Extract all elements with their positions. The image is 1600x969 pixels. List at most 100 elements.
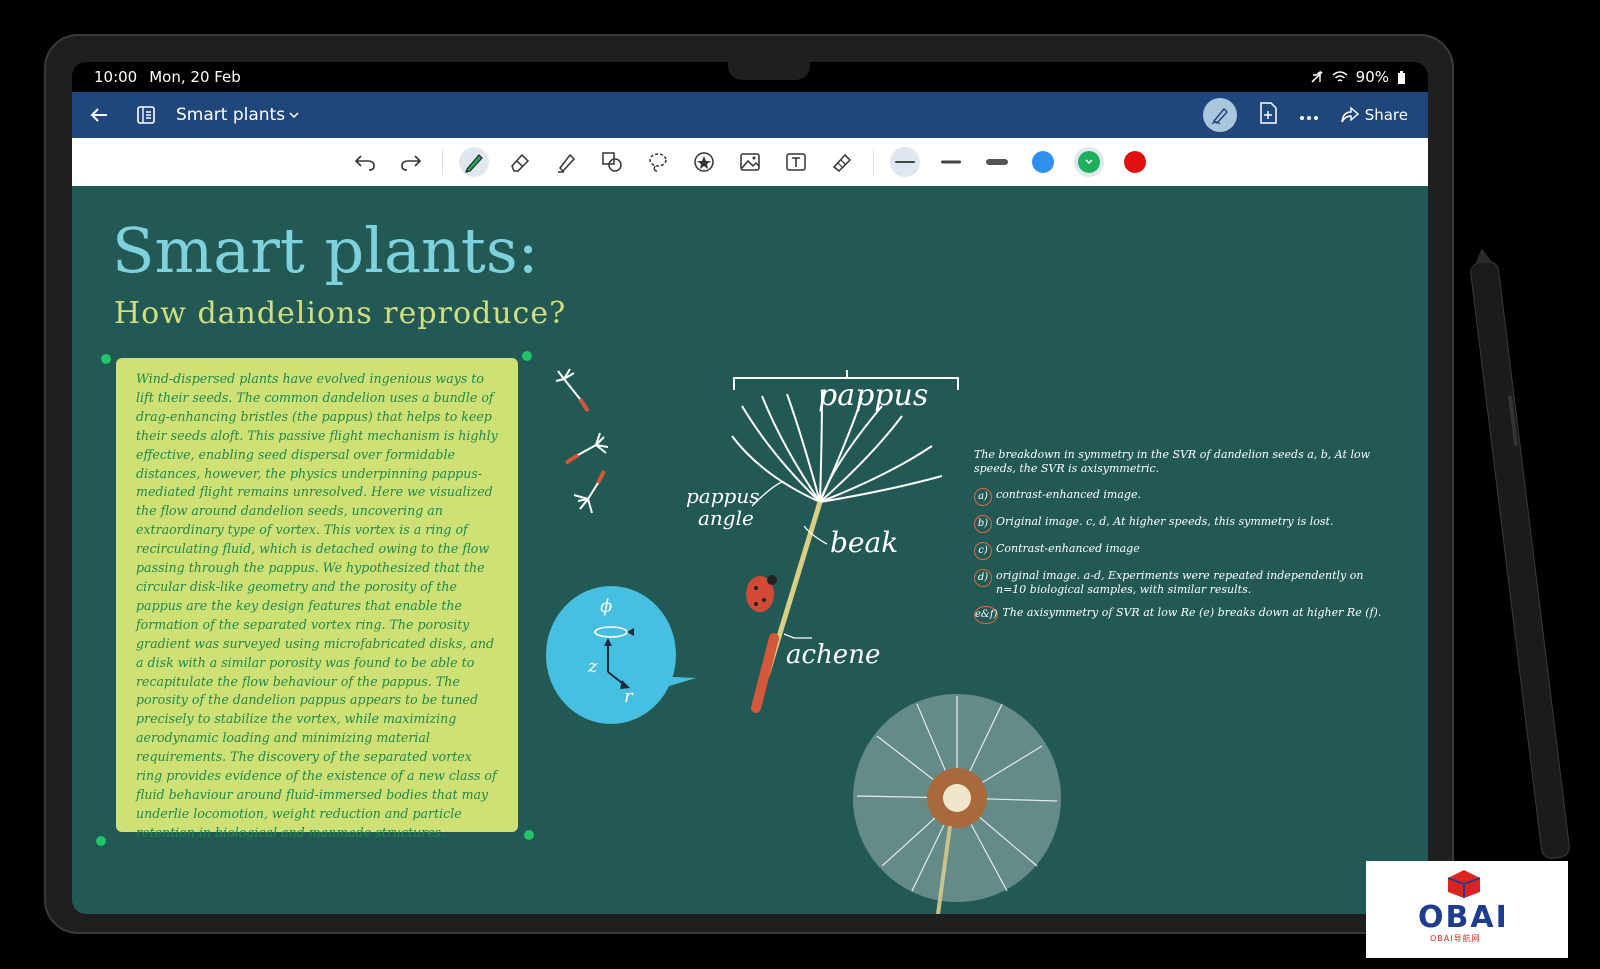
color-green-swatch[interactable] bbox=[1074, 147, 1104, 177]
chevron-down-icon bbox=[289, 112, 299, 119]
color-red-swatch[interactable] bbox=[1120, 147, 1150, 177]
selection-handle[interactable] bbox=[522, 351, 532, 361]
annotation-text: original image. a-d, Experiments were re… bbox=[996, 569, 1364, 596]
annotation-text: Original image. c, d, At higher speeds, … bbox=[996, 515, 1334, 528]
image-icon bbox=[740, 153, 760, 171]
share-icon bbox=[1341, 107, 1359, 123]
highlighter-tool-button[interactable] bbox=[551, 147, 581, 177]
note-canvas[interactable]: Smart plants: How dandelions reproduce? … bbox=[72, 186, 1428, 914]
status-date: Mon, 20 Feb bbox=[149, 68, 241, 86]
camera-notch bbox=[728, 62, 810, 80]
app-bar: Smart plants Share bbox=[72, 92, 1428, 138]
label-pappus-angle-2: angle bbox=[698, 506, 754, 530]
back-button[interactable] bbox=[72, 92, 126, 138]
tablet-frame: 10:00 Mon, 20 Feb 90% Smart plants Share… bbox=[44, 34, 1454, 934]
redo-button[interactable] bbox=[396, 147, 426, 177]
annotation-intro-text: The breakdown in symmetry in the SVR of … bbox=[974, 448, 1371, 475]
dandelion-photo bbox=[853, 694, 1061, 914]
logo-text: OBAI bbox=[1418, 900, 1509, 935]
pages-icon bbox=[137, 106, 155, 124]
stroke-width-thin[interactable] bbox=[890, 147, 920, 177]
selection-handle[interactable] bbox=[96, 836, 106, 846]
canvas-title: Smart plants: bbox=[112, 214, 539, 287]
highlighter-icon bbox=[558, 153, 576, 173]
share-label: Share bbox=[1364, 106, 1408, 124]
tape-tool-button[interactable] bbox=[827, 147, 857, 177]
label-achene: achene bbox=[786, 640, 881, 670]
label-beak: beak bbox=[830, 526, 899, 559]
undo-icon bbox=[354, 155, 375, 171]
color-blue-swatch[interactable] bbox=[1028, 147, 1058, 177]
label-pappus: pappus bbox=[818, 378, 929, 413]
medium-line-icon bbox=[941, 160, 961, 164]
logo-subtext: OBAI导航网 bbox=[1430, 934, 1481, 943]
leader-lines bbox=[751, 481, 828, 639]
thick-line-icon bbox=[986, 159, 1008, 165]
s-pen-stylus bbox=[1470, 248, 1570, 859]
shapes-tool-button[interactable] bbox=[597, 147, 627, 177]
seed-achene bbox=[751, 633, 779, 713]
pen-tool-button[interactable] bbox=[459, 147, 489, 177]
image-tool-button[interactable] bbox=[735, 147, 765, 177]
add-page-icon bbox=[1259, 102, 1277, 124]
annotation-item: a) contrast-enhanced image. bbox=[974, 488, 1394, 506]
battery-icon bbox=[1398, 70, 1405, 84]
more-options-button[interactable] bbox=[1299, 106, 1319, 125]
redo-icon bbox=[401, 155, 422, 171]
more-icon bbox=[1299, 115, 1318, 120]
color-blue-dot bbox=[1032, 151, 1054, 173]
seed-sketches bbox=[555, 368, 609, 514]
note-title-dropdown[interactable]: Smart plants bbox=[176, 105, 299, 125]
annotation-tag: e&f) bbox=[974, 606, 999, 624]
selection-handle[interactable] bbox=[101, 354, 111, 364]
logo-cube-icon bbox=[1447, 870, 1481, 898]
label-z: z bbox=[588, 656, 598, 677]
lasso-icon bbox=[649, 153, 667, 172]
label-r: r bbox=[624, 686, 633, 707]
pen-mode-button[interactable] bbox=[1202, 98, 1237, 132]
pages-button[interactable] bbox=[126, 92, 166, 138]
pen-icon bbox=[465, 154, 483, 173]
seed-sketch bbox=[564, 432, 609, 465]
toolbar-divider bbox=[442, 149, 443, 175]
eraser-tool-button[interactable] bbox=[505, 147, 535, 177]
annotation-item: e&f) The axisymmetry of SVR at low Re (e)… bbox=[974, 606, 1394, 624]
annotation-item: d) original image. a-d, Experiments were … bbox=[974, 569, 1394, 597]
tape-icon bbox=[832, 153, 852, 173]
seed-sketch bbox=[555, 368, 590, 413]
seed-sketch bbox=[573, 470, 606, 514]
annotation-item: c) Contrast-enhanced image bbox=[974, 542, 1394, 560]
stroke-width-thick[interactable] bbox=[982, 147, 1012, 177]
stroke-width-medium[interactable] bbox=[936, 147, 966, 177]
ladybug-icon bbox=[746, 575, 777, 612]
selection-handle[interactable] bbox=[524, 830, 534, 840]
battery-level: 90% bbox=[1355, 68, 1389, 86]
screen: 10:00 Mon, 20 Feb 90% Smart plants Share… bbox=[72, 62, 1428, 914]
label-pappus-angle-1: pappus bbox=[686, 484, 760, 508]
sticker-tool-button[interactable] bbox=[689, 147, 719, 177]
shapes-icon bbox=[602, 152, 622, 172]
color-red-dot bbox=[1124, 151, 1146, 173]
annotation-text: contrast-enhanced image. bbox=[996, 488, 1141, 501]
text-box-tool-button[interactable] bbox=[781, 147, 811, 177]
handwritten-note-block[interactable]: Wind-dispersed plants have evolved ingen… bbox=[116, 358, 518, 840]
annotation-text: The axisymmetry of SVR at low Re (e) bre… bbox=[1002, 606, 1382, 619]
text-box-icon bbox=[786, 153, 806, 171]
lasso-tool-button[interactable] bbox=[643, 147, 673, 177]
wifi-icon bbox=[1332, 71, 1348, 82]
toolbar-divider bbox=[873, 149, 874, 175]
annotation-tag: c) bbox=[974, 542, 992, 560]
label-phi: ϕ bbox=[600, 596, 613, 617]
back-arrow-icon bbox=[90, 108, 107, 122]
annotation-tag: b) bbox=[974, 515, 992, 533]
color-green-dot bbox=[1078, 151, 1100, 173]
add-page-button[interactable] bbox=[1259, 102, 1277, 128]
note-title: Smart plants bbox=[176, 105, 286, 125]
chevron-down-icon bbox=[1085, 159, 1093, 164]
annotation-intro: The breakdown in symmetry in the SVR of … bbox=[974, 448, 1394, 476]
pen-mode-icon bbox=[1211, 107, 1228, 125]
undo-button[interactable] bbox=[350, 147, 380, 177]
share-button[interactable]: Share bbox=[1341, 106, 1408, 124]
note-body-text: Wind-dispersed plants have evolved ingen… bbox=[136, 371, 498, 840]
sticker-icon bbox=[694, 152, 714, 172]
